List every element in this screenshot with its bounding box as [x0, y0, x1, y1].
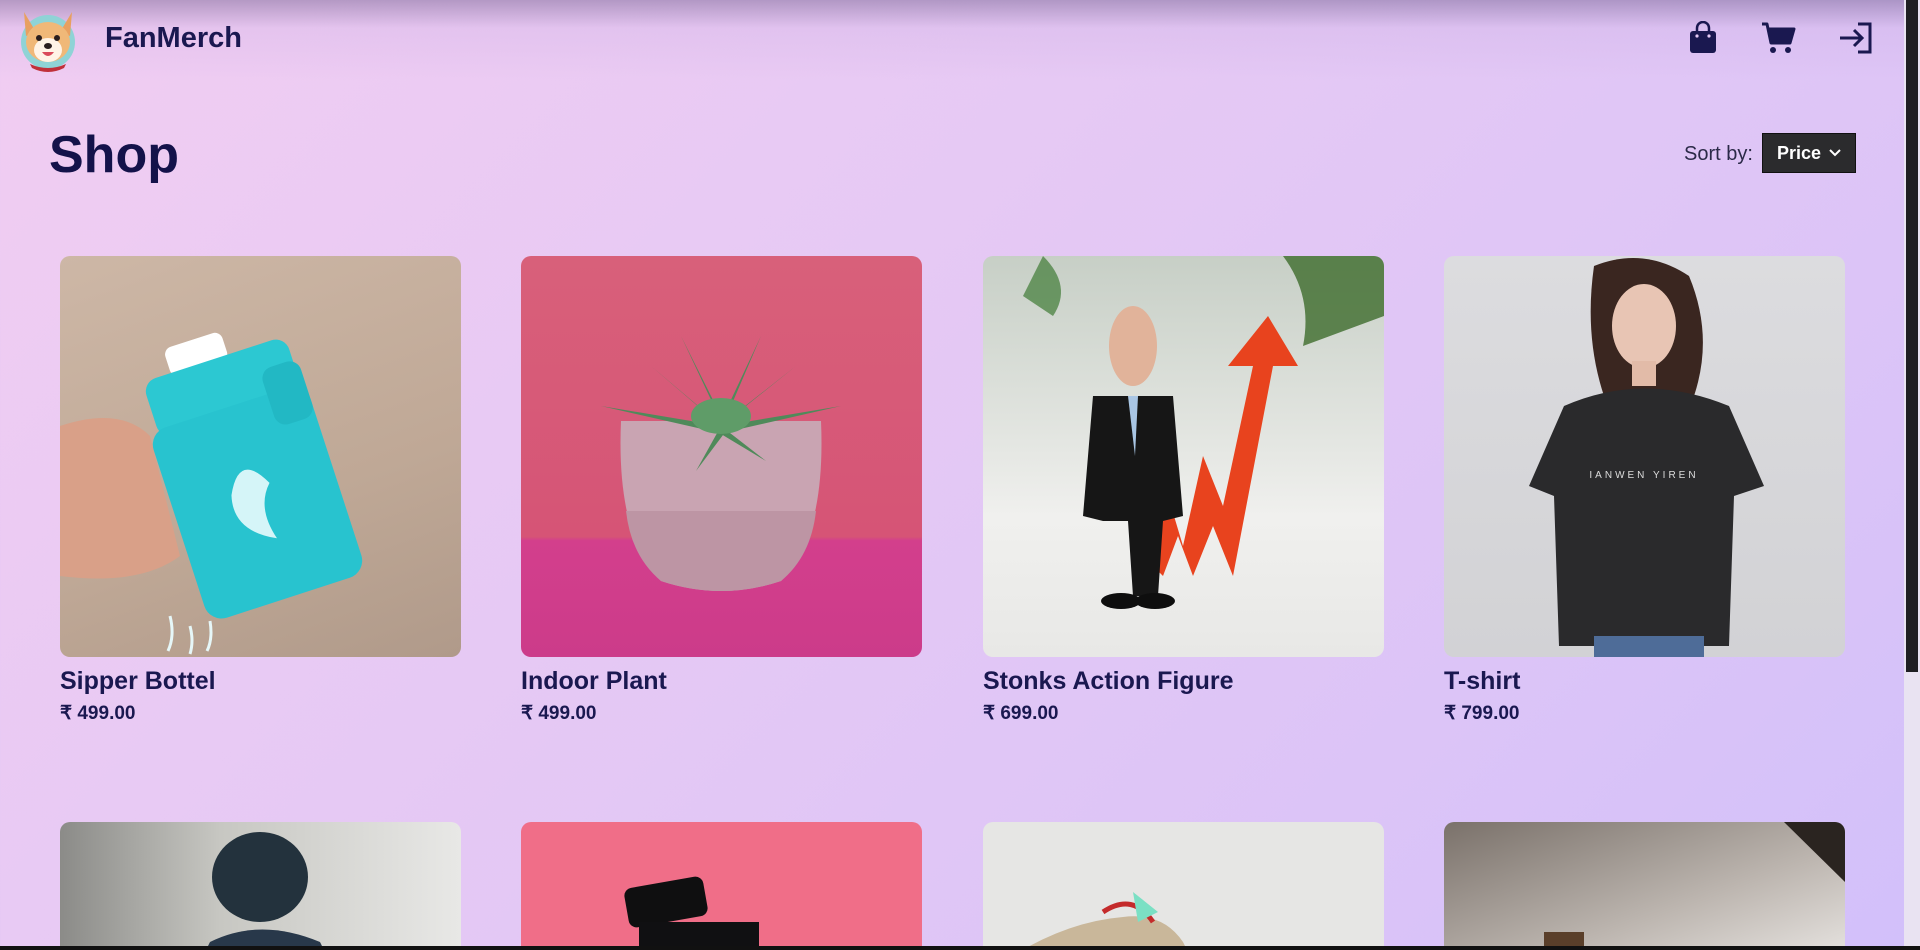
- product-price: ₹ 499.00: [60, 703, 136, 724]
- product-card[interactable]: [983, 822, 1384, 950]
- top-nav-bar: FanMerch: [0, 0, 1904, 80]
- sort-select-value: Price: [1777, 142, 1822, 163]
- sort-label: Sort by:: [1684, 143, 1753, 165]
- cart-icon[interactable]: [1758, 18, 1798, 58]
- product-name[interactable]: Indoor Plant: [521, 667, 922, 696]
- product-card[interactable]: Indoor Plant ₹ 499.00: [521, 256, 922, 725]
- product-price: ₹ 499.00: [521, 703, 597, 724]
- sneakers-image[interactable]: [983, 822, 1384, 950]
- page-title: Shop: [49, 126, 179, 184]
- sort-select[interactable]: Price: [1762, 133, 1856, 173]
- product-card[interactable]: IANWEN YIREN T-shirt ₹ 799.00: [1444, 256, 1845, 725]
- stonks-figure-image[interactable]: [983, 256, 1384, 657]
- svg-text:IANWEN YIREN: IANWEN YIREN: [1589, 470, 1698, 481]
- perfume-image[interactable]: [521, 822, 922, 950]
- beanie-person-image[interactable]: [60, 822, 461, 950]
- dog-logo-icon[interactable]: [14, 6, 82, 74]
- product-name[interactable]: Sipper Bottel: [60, 667, 461, 696]
- product-card[interactable]: [1444, 822, 1845, 950]
- login-icon[interactable]: [1836, 18, 1876, 58]
- brand-name[interactable]: FanMerch: [105, 22, 242, 55]
- sipper-bottle-image[interactable]: [60, 256, 461, 657]
- indoor-plant-image[interactable]: [521, 256, 922, 657]
- scrollbar-thumb[interactable]: [1906, 0, 1918, 672]
- product-name[interactable]: Stonks Action Figure: [983, 667, 1384, 696]
- product-name[interactable]: T-shirt: [1444, 667, 1845, 696]
- shopping-bag-icon[interactable]: [1683, 18, 1723, 58]
- product-card[interactable]: Stonks Action Figure ₹ 699.00: [983, 256, 1384, 725]
- product-card[interactable]: [521, 822, 922, 950]
- product-image[interactable]: [1444, 822, 1845, 950]
- bottom-edge: [0, 946, 1920, 950]
- chevron-down-icon: [1829, 149, 1841, 157]
- product-price: ₹ 699.00: [983, 703, 1059, 724]
- product-card[interactable]: [60, 822, 461, 950]
- product-card[interactable]: Sipper Bottel ₹ 499.00: [60, 256, 461, 725]
- product-price: ₹ 799.00: [1444, 703, 1520, 724]
- tshirt-image[interactable]: IANWEN YIREN: [1444, 256, 1845, 657]
